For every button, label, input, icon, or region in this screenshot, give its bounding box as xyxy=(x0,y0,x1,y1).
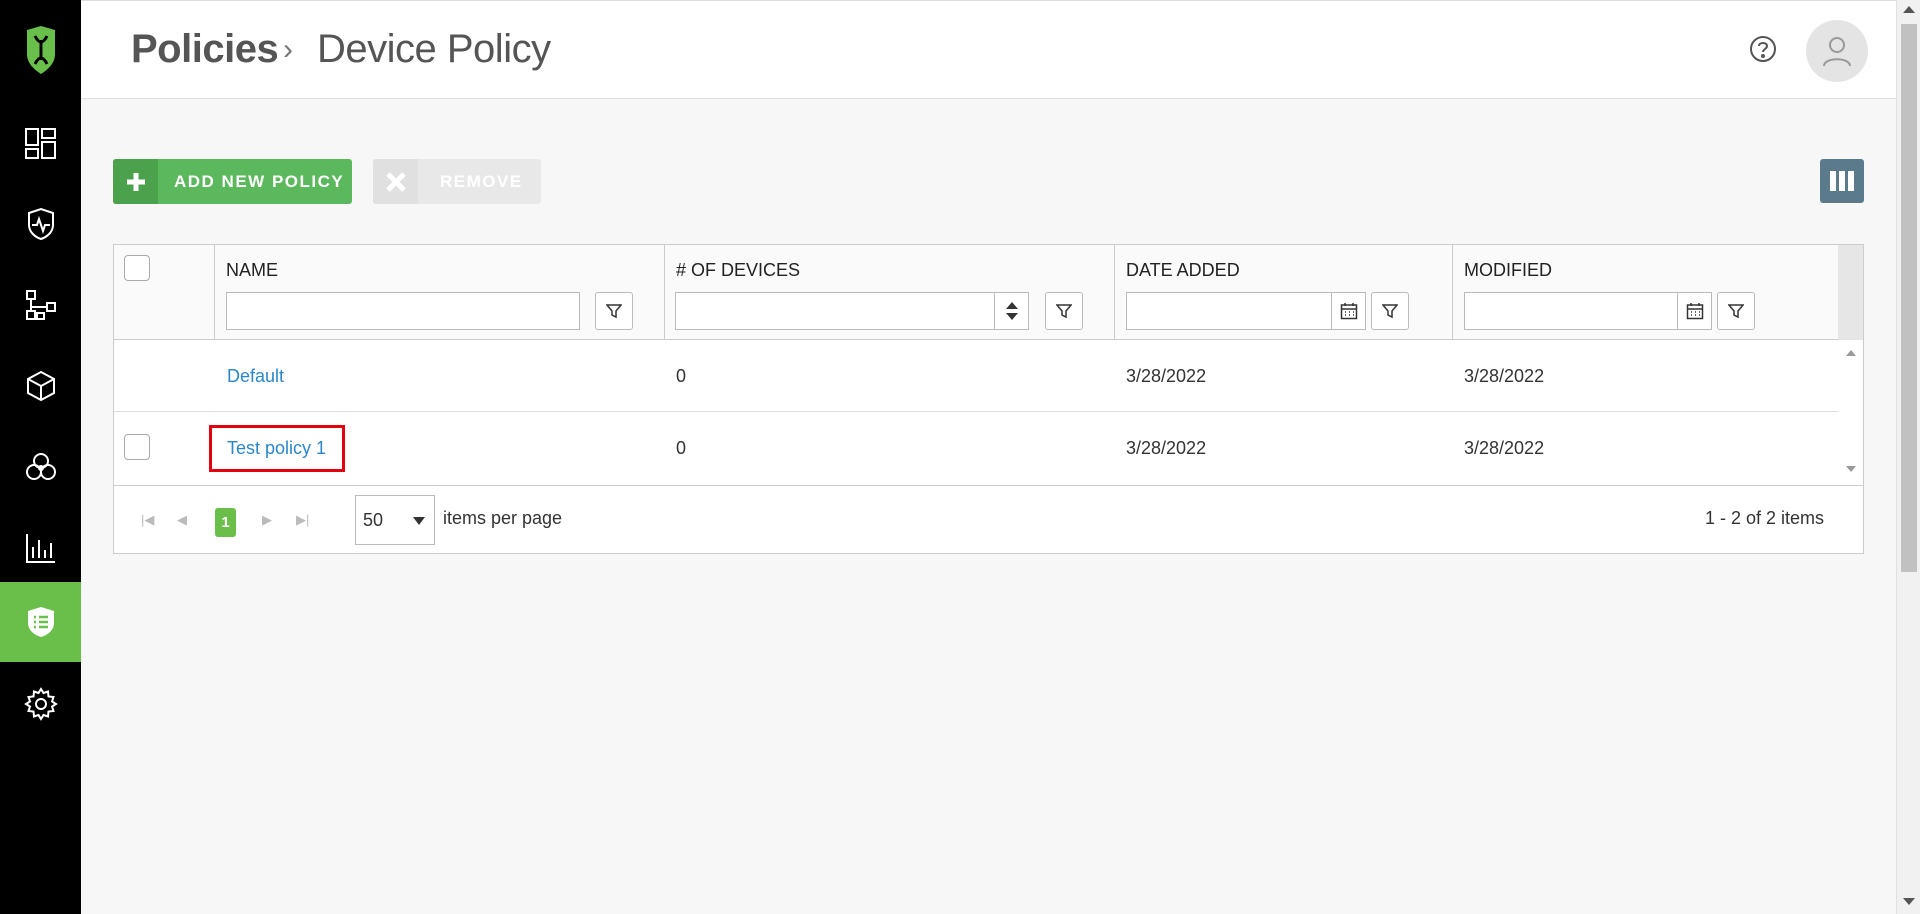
table-row[interactable]: Default 0 3/28/2022 3/28/2022 xyxy=(114,340,1838,412)
page-size-value: 50 xyxy=(363,509,384,530)
modified-cell: 3/28/2022 xyxy=(1464,437,1545,458)
header-name: NAME xyxy=(215,245,665,340)
column-title-name[interactable]: NAME xyxy=(226,260,278,281)
header-modified: MODIFIED xyxy=(1453,245,1838,340)
policy-shield-icon xyxy=(27,607,54,637)
sidebar-item-dashboard[interactable] xyxy=(0,103,81,183)
page-title: Device Policy xyxy=(317,27,551,71)
scrollbar-thumb[interactable] xyxy=(1901,24,1917,572)
policy-name-link[interactable]: Test policy 1 xyxy=(209,424,346,472)
devices-spinner[interactable] xyxy=(994,293,1028,329)
row-checkbox[interactable] xyxy=(124,434,150,460)
column-title-date-added[interactable]: DATE ADDED xyxy=(1126,260,1240,281)
devices-filter-button[interactable] xyxy=(1045,292,1083,330)
grid-scrollbar[interactable] xyxy=(1838,340,1863,484)
brand-logo[interactable] xyxy=(0,0,81,100)
select-all-checkbox[interactable] xyxy=(124,255,150,281)
remove-button[interactable]: REMOVE xyxy=(373,159,541,204)
help-icon[interactable] xyxy=(1749,35,1777,63)
sidebar-item-policies[interactable] xyxy=(0,582,81,662)
filter-icon xyxy=(606,304,622,319)
filter-icon xyxy=(1382,304,1398,319)
spin-down-icon[interactable] xyxy=(1005,313,1018,320)
scroll-up-icon[interactable] xyxy=(1903,6,1915,13)
header-devices: # OF DEVICES xyxy=(665,245,1115,340)
filter-icon xyxy=(1728,304,1744,319)
sidebar-item-reports[interactable] xyxy=(0,508,81,588)
plus-icon xyxy=(113,159,158,204)
name-filter-button[interactable] xyxy=(595,292,633,330)
grid-header: NAME # OF DEVICES DATE ADDED MODIFIED xyxy=(114,245,1863,340)
page-header: Policies › Device Policy xyxy=(81,0,1896,99)
column-title-modified[interactable]: MODIFIED xyxy=(1464,260,1552,281)
devices-cell: 0 xyxy=(676,365,687,386)
prev-page-icon[interactable]: ◀ xyxy=(177,512,187,528)
add-new-policy-button[interactable]: ADD NEW POLICY xyxy=(113,159,352,204)
chevron-down-icon xyxy=(413,517,425,525)
current-page-button[interactable]: 1 xyxy=(215,508,236,537)
network-icon xyxy=(25,290,56,320)
sidebar xyxy=(0,0,81,914)
close-icon xyxy=(373,159,418,204)
sidebar-item-packages[interactable] xyxy=(0,346,81,426)
sidebar-item-settings[interactable] xyxy=(0,664,81,744)
header-date-added: DATE ADDED xyxy=(1115,245,1453,340)
add-new-policy-label: ADD NEW POLICY xyxy=(174,171,345,191)
modified-cell: 3/28/2022 xyxy=(1464,365,1545,386)
date-added-cell: 3/28/2022 xyxy=(1126,365,1207,386)
pager-info: 1 - 2 of 2 items xyxy=(1704,508,1824,528)
header-scroll-spacer xyxy=(1838,245,1863,340)
dashboard-icon xyxy=(24,128,56,159)
columns-icon xyxy=(1830,171,1854,191)
devices-cell: 0 xyxy=(676,437,687,458)
date-added-filter-button[interactable] xyxy=(1371,292,1409,330)
policy-grid: NAME # OF DEVICES DATE ADDED MODIFIED De… xyxy=(113,244,1864,554)
date-added-cell: 3/28/2022 xyxy=(1126,437,1207,458)
policy-name-link[interactable]: Default xyxy=(227,366,284,387)
user-avatar[interactable] xyxy=(1806,20,1868,82)
scroll-down-icon[interactable] xyxy=(1846,466,1856,472)
pager: |◀ ◀ 1 ▶ ▶| 50 items per page 1 - 2 of 2… xyxy=(114,485,1863,553)
sidebar-item-protection[interactable] xyxy=(0,184,81,264)
filter-icon xyxy=(1056,304,1072,319)
user-icon xyxy=(1823,37,1851,67)
column-title-devices[interactable]: # OF DEVICES xyxy=(676,260,800,281)
breadcrumb-separator: › xyxy=(283,33,293,66)
table-row[interactable]: Test policy 1 0 3/28/2022 3/28/2022 xyxy=(114,412,1838,484)
breadcrumb-policies[interactable]: Policies xyxy=(131,27,279,72)
package-icon xyxy=(26,370,55,402)
remove-label: REMOVE xyxy=(440,171,523,191)
devices-filter-input[interactable] xyxy=(675,292,1029,330)
modified-filter-button[interactable] xyxy=(1717,292,1755,330)
next-page-icon[interactable]: ▶ xyxy=(262,512,272,528)
last-page-icon[interactable]: ▶| xyxy=(296,512,309,528)
shield-pulse-icon xyxy=(27,207,54,241)
page-scrollbar[interactable] xyxy=(1896,0,1920,914)
header-select-column xyxy=(114,245,215,340)
modified-filter-input[interactable] xyxy=(1464,292,1712,330)
bar-chart-icon xyxy=(25,534,55,563)
column-chooser-button[interactable] xyxy=(1820,159,1864,203)
calendar-icon xyxy=(1686,303,1703,320)
calendar-icon xyxy=(1340,303,1357,320)
name-filter-input[interactable] xyxy=(226,292,580,330)
date-added-calendar-button[interactable] xyxy=(1331,293,1365,329)
items-per-page-label: items per page xyxy=(443,508,563,528)
first-page-icon[interactable]: |◀ xyxy=(141,512,154,528)
scroll-down-icon[interactable] xyxy=(1903,898,1915,905)
sidebar-item-network[interactable] xyxy=(0,265,81,345)
page-size-select[interactable]: 50 xyxy=(355,495,435,545)
gear-icon xyxy=(23,687,58,721)
biohazard-icon xyxy=(25,453,56,480)
sidebar-item-threats[interactable] xyxy=(0,427,81,507)
spin-up-icon[interactable] xyxy=(1005,302,1018,309)
logo-icon xyxy=(26,26,55,74)
scroll-up-icon[interactable] xyxy=(1846,350,1856,356)
modified-calendar-button[interactable] xyxy=(1677,293,1711,329)
date-added-filter-input[interactable] xyxy=(1126,292,1366,330)
